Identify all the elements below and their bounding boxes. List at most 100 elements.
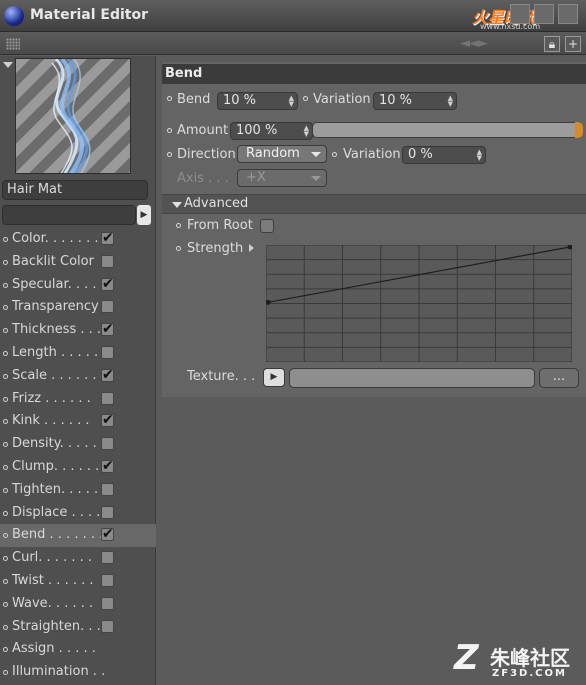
material-preview[interactable]: [15, 58, 131, 174]
from-root-checkbox[interactable]: [260, 219, 274, 233]
new-window-icon[interactable]: +: [565, 36, 581, 52]
bend-value: 10 %: [223, 93, 257, 108]
channel-checkbox[interactable]: [101, 227, 114, 249]
channel-label: Frizz . . . . . .: [12, 390, 91, 406]
expand-triangle-icon[interactable]: [249, 244, 254, 252]
channel-label: Specular. . . .: [12, 276, 97, 292]
channel-item[interactable]: Specular. . . .: [0, 273, 156, 297]
material-secondary-field[interactable]: [2, 205, 136, 225]
channel-checkbox[interactable]: [101, 596, 114, 610]
spinner-icon[interactable]: ▲ ▼: [448, 95, 453, 108]
direction-dropdown[interactable]: Random: [237, 145, 327, 163]
watermark-bottom: Z 朱峰社区 ZF3D.COM: [454, 638, 582, 682]
channel-item[interactable]: Illumination . .: [0, 661, 156, 684]
maximize-icon[interactable]: [534, 4, 554, 24]
channel-checkbox[interactable]: [101, 455, 114, 477]
keyframe-dot-icon[interactable]: [303, 96, 308, 101]
slider-handle[interactable]: [575, 122, 583, 138]
spinner-icon[interactable]: ▲ ▼: [304, 125, 309, 138]
channel-checkbox[interactable]: [101, 364, 114, 386]
texture-field[interactable]: [289, 368, 535, 388]
watermark-url-bottom: ZF3D.COM: [492, 668, 567, 679]
channel-checkbox[interactable]: [101, 573, 114, 587]
amount-slider[interactable]: [312, 122, 583, 138]
channel-checkbox[interactable]: [101, 523, 114, 545]
axis-dropdown[interactable]: +X: [237, 169, 327, 187]
channel-item[interactable]: Frizz . . . . . .: [0, 388, 156, 411]
channel-item[interactable]: Thickness . . .: [0, 318, 156, 342]
channel-checkbox[interactable]: [101, 391, 114, 405]
channel-item[interactable]: Kink . . . . . .: [0, 409, 156, 433]
spinner-icon[interactable]: ▲ ▼: [477, 149, 482, 162]
channel-item[interactable]: Displace . . . .: [0, 502, 156, 525]
app-sphere-icon: [4, 6, 24, 26]
bend-input[interactable]: 10 % ▲ ▼: [217, 92, 298, 110]
channel-label: Thickness . . .: [12, 322, 102, 338]
collapse-triangle-icon[interactable]: [172, 202, 182, 208]
bullet-icon: [3, 396, 8, 402]
channel-item[interactable]: Tighten. . . . .: [0, 479, 156, 502]
channel-checkbox[interactable]: [101, 505, 114, 519]
channel-item[interactable]: Curl. . . . . . .: [0, 547, 156, 570]
channel-checkbox[interactable]: [101, 273, 114, 295]
channel-item[interactable]: Assign . . . . .: [0, 638, 156, 661]
channel-item[interactable]: Color. . . . . . .: [0, 227, 156, 251]
material-name-field[interactable]: Hair Mat: [2, 180, 148, 200]
variation-label: Variation: [313, 92, 371, 107]
spinner-icon[interactable]: ▲ ▼: [289, 95, 294, 108]
channel-item[interactable]: Wave. . . . . .: [0, 593, 156, 616]
amount-input[interactable]: 100 % ▲ ▼: [230, 122, 313, 140]
channel-checkbox[interactable]: [101, 482, 114, 496]
channel-item[interactable]: Straighten. . .: [0, 616, 156, 639]
keyframe-dot-icon[interactable]: [167, 96, 172, 101]
channel-label: Illumination . .: [12, 664, 106, 680]
channel-item[interactable]: Density. . . . . .: [0, 433, 156, 456]
keyframe-dot-icon[interactable]: [176, 246, 181, 251]
channel-checkbox[interactable]: [101, 409, 114, 431]
bullet-icon: [3, 328, 8, 334]
channel-label: Curl. . . . . . .: [12, 550, 92, 566]
channel-checkbox[interactable]: [101, 437, 114, 451]
close-icon[interactable]: [558, 4, 578, 24]
channel-item[interactable]: Clump. . . . . .: [0, 455, 156, 479]
texture-browse-button[interactable]: ...: [539, 368, 579, 388]
play-arrow-icon[interactable]: ▶: [137, 205, 151, 225]
chevron-down-icon: [311, 176, 321, 181]
channel-checkbox[interactable]: [101, 318, 114, 340]
lock-icon[interactable]: 🔒︎: [544, 36, 560, 52]
channel-label: Clump. . . . . .: [12, 458, 100, 474]
advanced-section-header[interactable]: Advanced: [162, 194, 586, 214]
bullet-icon: [3, 282, 8, 288]
watermark-name: 朱峰社区: [490, 646, 570, 670]
bullet-icon: [3, 487, 8, 493]
keyframe-dot-icon[interactable]: [176, 223, 181, 228]
channel-checkbox[interactable]: [101, 551, 114, 565]
channel-checkbox[interactable]: [101, 300, 114, 314]
channel-label: Wave. . . . . .: [12, 595, 94, 611]
channel-label: Color. . . . . . .: [12, 231, 99, 246]
grip-icon[interactable]: [6, 38, 20, 50]
help-icon[interactable]: [510, 4, 530, 24]
strength-curve-graph[interactable]: [266, 245, 572, 362]
preview-menu-icon[interactable]: [3, 62, 13, 68]
channel-checkbox[interactable]: [101, 254, 114, 268]
channel-item[interactable]: Backlit Color: [0, 251, 156, 274]
variation-input[interactable]: 10 % ▲ ▼: [373, 92, 457, 110]
channel-label: Displace . . . .: [12, 504, 101, 520]
channel-label: Tighten. . . . .: [12, 481, 99, 497]
channel-checkbox[interactable]: [101, 619, 114, 633]
texture-play-icon[interactable]: ▶: [263, 368, 285, 387]
channel-item[interactable]: Bend . . . . . . .: [0, 523, 156, 548]
keyframe-dot-icon[interactable]: [332, 152, 337, 157]
direction-variation-input[interactable]: 0 % ▲ ▼: [402, 146, 486, 164]
nav-arrows-icon[interactable]: ◄◄►: [460, 36, 488, 51]
channel-item[interactable]: Length . . . . .: [0, 342, 156, 365]
channel-item[interactable]: Twist . . . . . .: [0, 570, 156, 593]
keyframe-dot-icon[interactable]: [167, 128, 172, 133]
channel-checkbox[interactable]: [101, 345, 114, 359]
keyframe-dot-icon[interactable]: [167, 152, 172, 157]
channel-item[interactable]: Transparency: [0, 296, 156, 319]
bullet-icon: [3, 670, 8, 676]
channel-label: Twist . . . . . .: [12, 572, 94, 588]
channel-item[interactable]: Scale . . . . . .: [0, 364, 156, 388]
